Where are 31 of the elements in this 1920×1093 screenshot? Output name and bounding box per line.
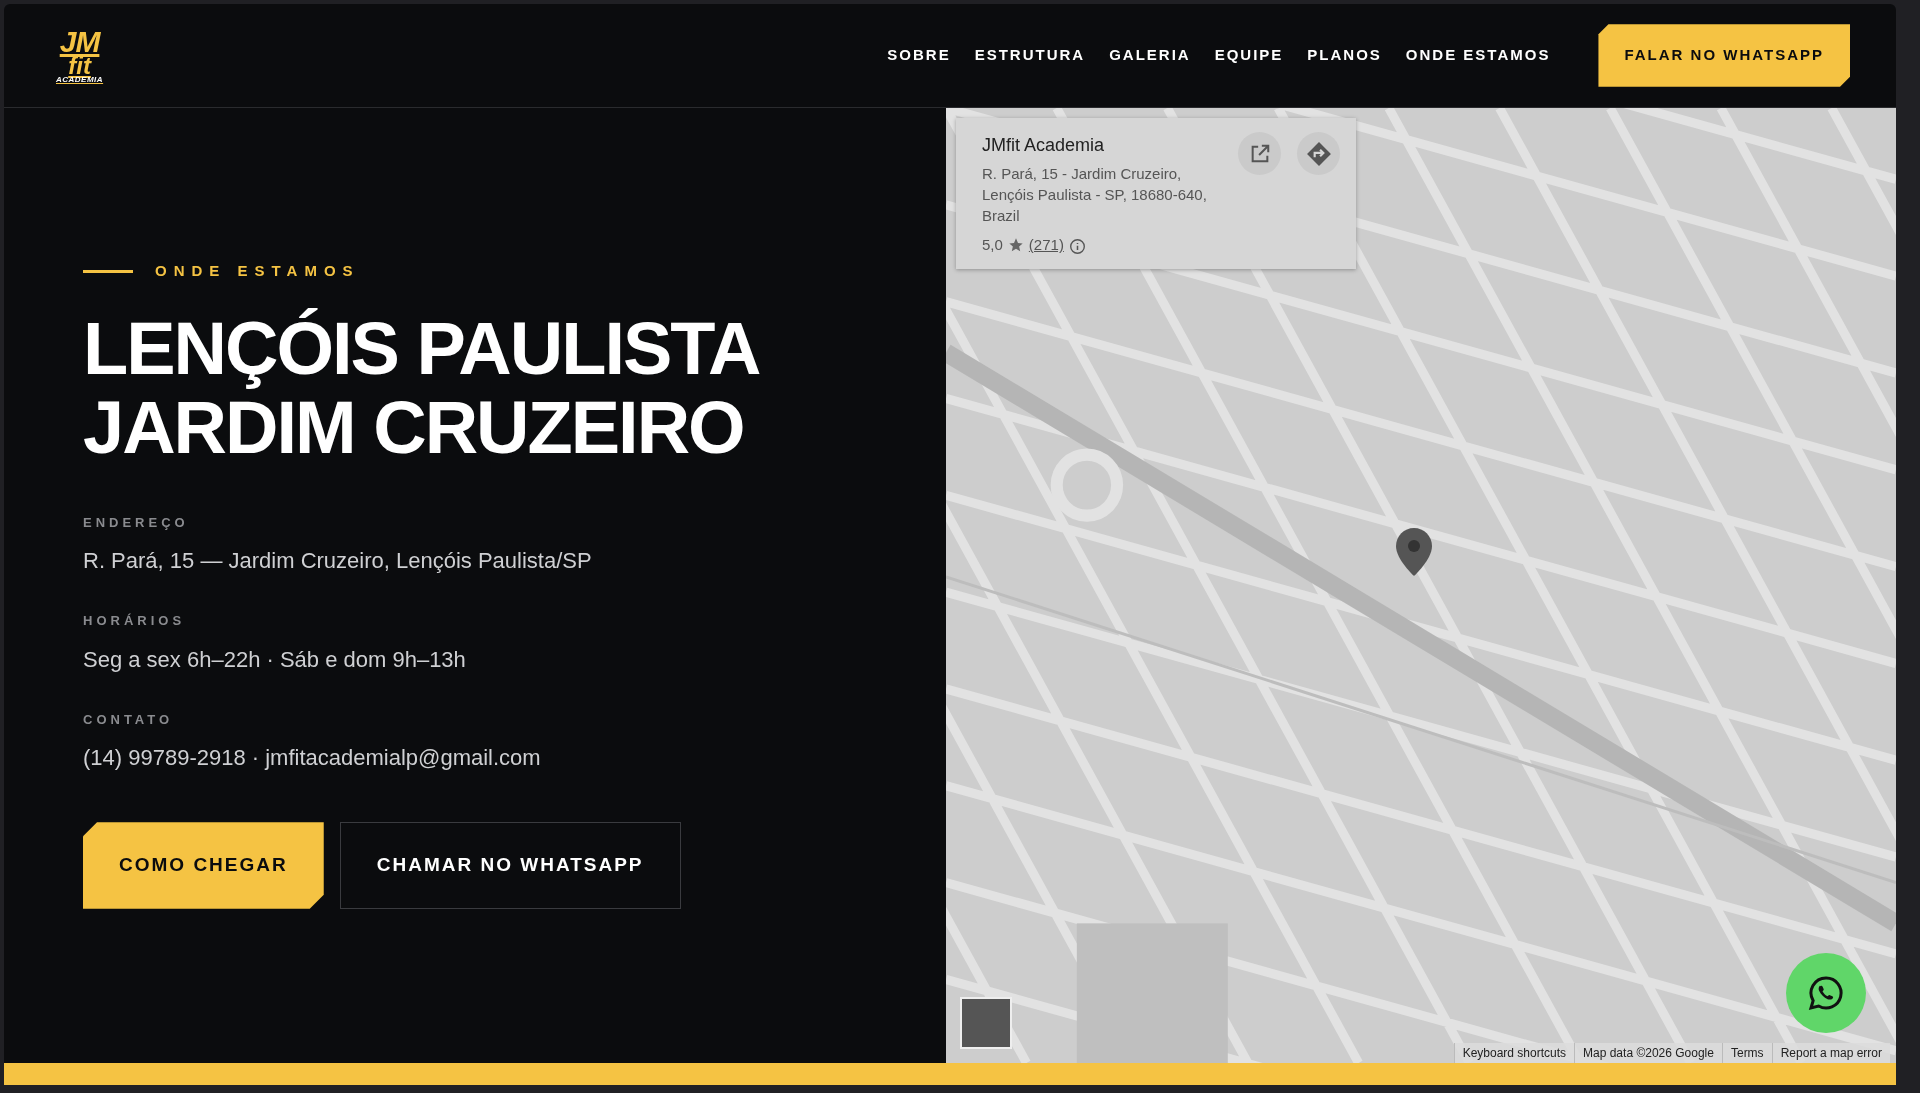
- reviews-link[interactable]: (271): [1028, 234, 1064, 257]
- detail-label: HORÁRIOS: [83, 612, 187, 631]
- detail-value: (14) 99789-2918 · jmfitacademialp@gmail.com: [83, 744, 542, 773]
- page-heading: LENÇÓIS PAULISTA: [83, 308, 761, 388]
- open-external-button[interactable]: [1238, 132, 1281, 175]
- logo-text[interactable]: fit: [68, 54, 91, 77]
- nav-link[interactable]: EQUIPE: [1214, 44, 1284, 67]
- place-address: R. Pará, 15 - Jardim Cruzeiro, Lençóis Paulista - SP, 18680-640, Brazil: [982, 164, 1208, 226]
- detail-value: R. Pará, 15 — Jardim Cruzeiro, Lençóis Paulista/SP: [83, 547, 593, 576]
- satellite-thumbnail[interactable]: [960, 997, 1012, 1049]
- directions-button[interactable]: COMO CHEGAR: [83, 822, 324, 909]
- detail-label: CONTATO: [83, 710, 175, 729]
- nav-link[interactable]: GALERIA: [1109, 44, 1191, 67]
- nav-link[interactable]: ONDE ESTAMOS: [1405, 44, 1551, 67]
- nav-link[interactable]: PLANOS: [1307, 44, 1382, 67]
- star-icon: [1007, 237, 1024, 254]
- directions-icon: [1305, 140, 1332, 167]
- detail-value: Seg a sex 6h–22h · Sáb e dom 9h–13h: [83, 645, 467, 674]
- logo-text[interactable]: JM: [59, 27, 100, 55]
- nav-link[interactable]: ESTRUTURA: [974, 44, 1086, 67]
- logo-tagline: ACADEMIA: [56, 76, 104, 84]
- directions-button[interactable]: [1297, 132, 1340, 175]
- whatsapp-button[interactable]: FALAR NO WHATSAPP: [1598, 24, 1850, 87]
- whatsapp-button[interactable]: CHAMAR NO WHATSAPP: [339, 822, 681, 909]
- rating-value: 5,0: [982, 235, 1003, 255]
- place-name: JMfit Academia: [982, 134, 1106, 157]
- section-eyebrow: ONDE ESTAMOS: [155, 261, 360, 281]
- detail-label: ENDEREÇO: [83, 513, 190, 532]
- nav-link[interactable]: SOBRE: [887, 44, 951, 67]
- map-pin-icon[interactable]: [1396, 528, 1432, 576]
- accent-line: [83, 269, 133, 273]
